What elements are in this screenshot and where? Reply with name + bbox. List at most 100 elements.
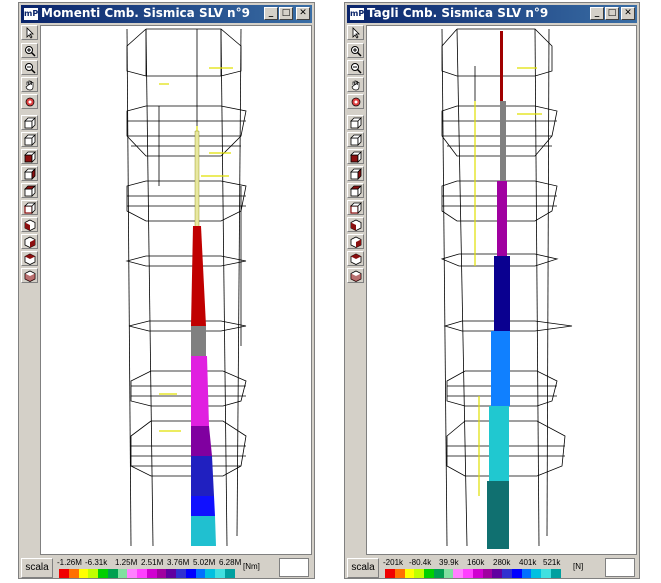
scale-tick: -6.31k <box>85 558 108 567</box>
zoom-out-button[interactable] <box>21 60 38 75</box>
colorbar-swatch <box>385 569 395 578</box>
rotate-button[interactable] <box>347 94 364 109</box>
colorbar-swatch <box>78 569 89 578</box>
moments-titlebar[interactable]: mP Momenti Cmb. Sismica SLV n°9 _ □ ✕ <box>21 5 312 23</box>
iso-view-1-button[interactable] <box>347 217 364 232</box>
scale-tick: 160k <box>467 558 485 567</box>
moments-structure-drawing <box>125 28 247 547</box>
iso-view-2-button[interactable] <box>347 234 364 249</box>
rotate-button[interactable] <box>21 94 38 109</box>
view-left-button[interactable] <box>347 149 364 164</box>
view-right-button[interactable] <box>347 166 364 181</box>
colorbar-swatch <box>502 569 512 578</box>
view-top-button[interactable] <box>21 183 38 198</box>
scala-button[interactable]: scala <box>21 558 53 578</box>
view-top-button[interactable] <box>347 183 364 198</box>
view-bottom-button[interactable] <box>21 200 38 215</box>
view-back-button[interactable] <box>347 132 364 147</box>
iso-view-3-button[interactable] <box>347 251 364 266</box>
zoom-out-button[interactable] <box>347 60 364 75</box>
iso-view-1-icon <box>24 219 36 231</box>
zoom-in-button[interactable] <box>347 43 364 58</box>
view-front-icon <box>24 117 36 129</box>
iso-view-4-button[interactable] <box>347 268 364 283</box>
unit-label: [Nm] <box>243 562 260 571</box>
iso-view-3-button[interactable] <box>21 251 38 266</box>
colorbar-swatch <box>127 569 138 578</box>
pointer-tool-button[interactable] <box>347 25 364 40</box>
scale-tick: 39.9k <box>439 558 459 567</box>
colorbar-swatch <box>156 569 167 578</box>
shear-structure-drawing <box>440 28 573 549</box>
view-left-button[interactable] <box>21 149 38 164</box>
colorbar-swatch <box>424 569 434 578</box>
iso-view-1-button[interactable] <box>21 217 38 232</box>
view-right-icon <box>24 168 36 180</box>
view-back-button[interactable] <box>21 132 38 147</box>
iso-view-4-button[interactable] <box>21 268 38 283</box>
iso-view-3-icon <box>24 253 36 265</box>
maximize-button[interactable]: □ <box>605 7 619 20</box>
view-bottom-icon <box>350 202 362 214</box>
shear-model-viewport[interactable] <box>366 25 637 555</box>
view-top-icon <box>24 185 36 197</box>
colorbar-swatch <box>394 569 405 578</box>
iso-view-4-icon <box>24 270 36 282</box>
rotate-icon <box>25 97 35 107</box>
view-bottom-icon <box>24 202 36 214</box>
close-button[interactable]: ✕ <box>296 7 310 20</box>
colorbar-swatch <box>414 569 425 578</box>
iso-view-2-icon <box>24 236 36 248</box>
colorbar-swatch <box>137 569 147 578</box>
scale-tick: 5.02M <box>193 558 216 567</box>
shear-legend-bar: scala -201k -80.4k 39.9k 160k 280k 401k … <box>347 558 637 578</box>
moments-model-viewport[interactable] <box>40 25 312 555</box>
scale-tick: 280k <box>493 558 511 567</box>
colorbar-swatch <box>117 569 128 578</box>
colorbar-swatch <box>215 569 226 578</box>
view-back-icon <box>350 134 362 146</box>
window-title: Momenti Cmb. Sismica SLV n°9 <box>41 6 250 20</box>
pointer-tool-button[interactable] <box>21 25 38 40</box>
colorbar-swatch <box>463 569 473 578</box>
iso-view-2-icon <box>350 236 362 248</box>
colorbar-swatch <box>521 569 532 578</box>
colorbar-swatch <box>68 569 79 578</box>
pan-button[interactable] <box>347 77 364 92</box>
scale-tick: -201k <box>383 558 404 567</box>
view-front-button[interactable] <box>21 115 38 130</box>
colorbar-swatch <box>88 569 99 578</box>
scale-tick: -1.26M <box>57 558 82 567</box>
shear-window: mP Tagli Cmb. Sismica SLV n°9 _ □ ✕ scal… <box>344 2 640 579</box>
view-right-button[interactable] <box>21 166 38 181</box>
minimize-button[interactable]: _ <box>264 7 278 20</box>
scale-tick: -80.4k <box>409 558 432 567</box>
scale-tick: 2.51M <box>141 558 164 567</box>
view-front-button[interactable] <box>347 115 364 130</box>
pan-hand-icon <box>351 80 360 91</box>
colorbar-swatch <box>482 569 493 578</box>
view-right-icon <box>350 168 362 180</box>
iso-view-2-button[interactable] <box>21 234 38 249</box>
shear-titlebar[interactable]: mP Tagli Cmb. Sismica SLV n°9 _ □ ✕ <box>347 5 637 23</box>
value-box[interactable] <box>279 558 309 577</box>
colorbar-swatch <box>531 569 542 578</box>
colorbar-swatch <box>511 569 522 578</box>
scala-button[interactable]: scala <box>347 558 379 578</box>
colorbar-swatch <box>195 569 206 578</box>
value-box[interactable] <box>605 558 635 577</box>
shear-colorbar <box>385 569 561 578</box>
view-bottom-button[interactable] <box>347 200 364 215</box>
view-left-icon <box>350 151 362 163</box>
minimize-button[interactable]: _ <box>590 7 604 20</box>
zoom-in-button[interactable] <box>21 43 38 58</box>
colorbar-swatch <box>98 569 108 578</box>
maximize-button[interactable]: □ <box>279 7 293 20</box>
pan-button[interactable] <box>21 77 38 92</box>
view-top-icon <box>350 185 362 197</box>
zoom-in-icon <box>25 46 36 57</box>
close-button[interactable]: ✕ <box>621 7 635 20</box>
pointer-icon <box>352 27 360 39</box>
moments-legend-bar: scala -1.26M -6.31k 1.25M 2.51M 3.76M 5.… <box>21 558 312 578</box>
colorbar-swatch <box>107 569 118 578</box>
